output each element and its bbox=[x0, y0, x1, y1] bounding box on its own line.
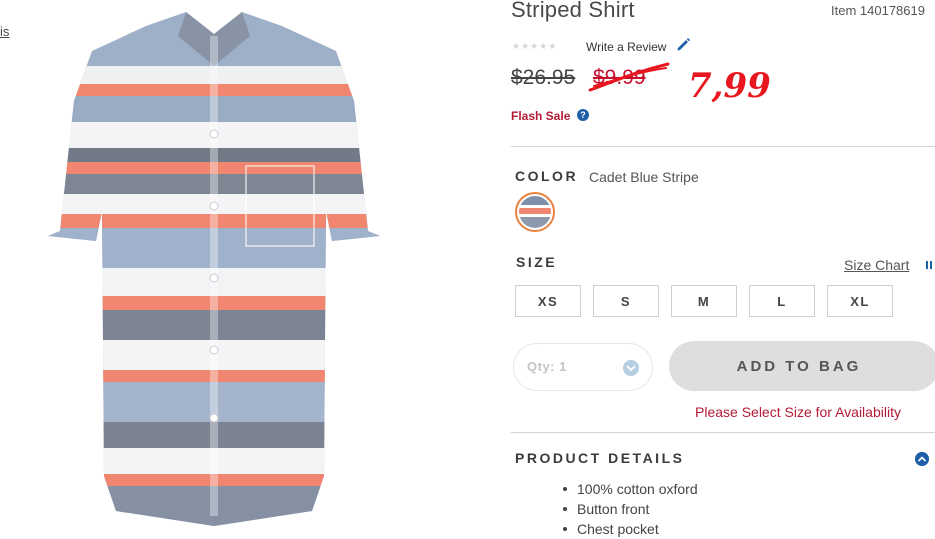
star-icon: ★ bbox=[521, 41, 530, 51]
handwritten-price-annotation: 7,99 bbox=[688, 66, 771, 106]
star-icon: ★ bbox=[548, 41, 557, 51]
pencil-icon[interactable] bbox=[675, 36, 691, 52]
swatch-pattern bbox=[519, 196, 551, 228]
select-size-message: Please Select Size for Availability bbox=[695, 404, 901, 420]
add-to-bag-button[interactable]: ADD TO BAG bbox=[669, 341, 935, 391]
help-icon[interactable]: ? bbox=[577, 109, 589, 121]
product-title: Striped Shirt bbox=[511, 0, 635, 22]
ruler-icon bbox=[926, 261, 932, 269]
star-icon: ★ bbox=[539, 41, 548, 51]
product-details-list: 100% cotton oxford Button front Chest po… bbox=[559, 479, 698, 539]
item-number: Item 140178619 bbox=[831, 3, 925, 18]
list-item: Chest pocket bbox=[559, 519, 698, 539]
list-item: Button front bbox=[559, 499, 698, 519]
size-option-l[interactable]: L bbox=[749, 285, 815, 317]
divider bbox=[511, 146, 935, 147]
star-icon: ★ bbox=[512, 41, 521, 51]
size-option-xl[interactable]: XL bbox=[827, 285, 893, 317]
quantity-select[interactable]: Qty: 1 bbox=[513, 343, 653, 391]
red-strike-annotation bbox=[588, 62, 670, 92]
selected-color-name: Cadet Blue Stripe bbox=[589, 169, 699, 185]
quantity-value: Qty: 1 bbox=[527, 359, 567, 374]
size-option-s[interactable]: S bbox=[593, 285, 659, 317]
color-swatch-cadet-blue-stripe[interactable] bbox=[515, 192, 555, 232]
collapse-icon[interactable] bbox=[915, 452, 929, 466]
size-option-xs[interactable]: XS bbox=[515, 285, 581, 317]
write-review-link[interactable]: Write a Review bbox=[586, 40, 666, 54]
chevron-down-icon bbox=[623, 360, 639, 376]
original-price: $26.95 bbox=[511, 66, 576, 89]
product-details-heading[interactable]: PRODUCT DETAILS bbox=[515, 450, 684, 466]
size-chart-link[interactable]: Size Chart bbox=[844, 257, 909, 273]
star-icon: ★ bbox=[530, 41, 539, 51]
size-label: SIZE bbox=[516, 254, 558, 270]
divider bbox=[511, 432, 935, 433]
rating-stars: ★ ★ ★ ★ ★ bbox=[512, 40, 556, 52]
size-option-m[interactable]: M bbox=[671, 285, 737, 317]
list-item: 100% cotton oxford bbox=[559, 479, 698, 499]
product-image bbox=[48, 12, 380, 526]
edge-nav-link[interactable]: is bbox=[0, 24, 9, 39]
color-label: COLOR bbox=[515, 168, 579, 184]
flash-sale-label: Flash Sale bbox=[511, 109, 571, 123]
